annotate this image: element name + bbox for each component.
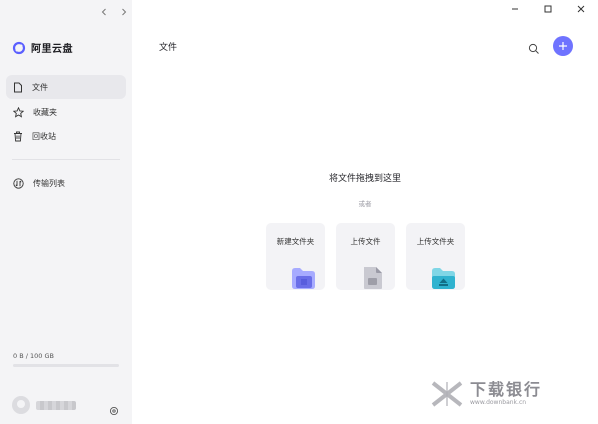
- sidebar-item-label: 收藏夹: [33, 107, 57, 117]
- close-button[interactable]: [575, 3, 587, 15]
- chevron-left-icon: [101, 8, 106, 16]
- app-logo: 阿里云盘: [12, 40, 73, 55]
- storage-usage-bar: [13, 364, 119, 367]
- sidebar-item-label: 传输列表: [33, 178, 65, 188]
- sidebar: 阿里云盘 文件 收藏夹 回收站 传输列表 0 B / 100 GB: [0, 0, 132, 424]
- back-button[interactable]: [98, 6, 110, 18]
- transfer-icon: [13, 177, 24, 189]
- upload-file-icon: [364, 267, 382, 289]
- new-folder-icon: [292, 268, 315, 289]
- storage-usage-text: 0 B / 100 GB: [13, 352, 54, 360]
- username-blurred: [36, 400, 76, 410]
- sidebar-item-favorites[interactable]: 收藏夹: [6, 100, 126, 124]
- card-label: 上传文件: [350, 237, 381, 246]
- trash-icon: [14, 131, 22, 141]
- upload-folder-card[interactable]: 上传文件夹: [406, 223, 465, 290]
- avatar[interactable]: [12, 396, 30, 414]
- watermark-text: 下载银行 www.downbank.cn: [470, 381, 542, 407]
- minimize-button[interactable]: [509, 3, 521, 15]
- upload-folder-icon: [432, 268, 455, 289]
- new-folder-card[interactable]: 新建文件夹: [266, 223, 325, 290]
- aliyun-drive-logo-icon: [12, 41, 26, 54]
- watermark-url: www.downbank.cn: [470, 399, 527, 406]
- add-button[interactable]: [553, 36, 573, 56]
- star-icon: [13, 106, 24, 118]
- page-title: 文件: [159, 43, 178, 53]
- close-icon: [577, 5, 585, 13]
- card-label: 新建文件夹: [276, 237, 315, 246]
- main-panel: 文件 将文件拖拽到这里 或者 新建文件夹 上传文件 上传文件夹 下载银行 www…: [132, 0, 598, 424]
- sidebar-item-label: 文件: [32, 82, 48, 92]
- or-separator: 或者: [358, 200, 372, 208]
- user-profile[interactable]: [12, 396, 76, 414]
- maximize-icon: [544, 5, 552, 13]
- chevron-right-icon: [122, 8, 127, 16]
- minimize-icon: [512, 8, 518, 10]
- watermark-logo-icon: [431, 381, 463, 407]
- card-label: 上传文件夹: [416, 237, 455, 246]
- drop-zone-hint: 将文件拖拽到这里: [328, 174, 401, 184]
- sidebar-item-label: 回收站: [32, 131, 56, 141]
- settings-button[interactable]: [109, 401, 119, 416]
- file-icon: [14, 82, 22, 92]
- sidebar-divider: [12, 159, 120, 160]
- app-name: 阿里云盘: [31, 44, 73, 55]
- upload-file-card[interactable]: 上传文件: [336, 223, 395, 290]
- sidebar-item-files[interactable]: 文件: [6, 75, 126, 99]
- forward-button[interactable]: [118, 6, 130, 18]
- sidebar-item-trash[interactable]: 回收站: [6, 124, 126, 148]
- watermark: 下载银行 www.downbank.cn: [430, 380, 542, 408]
- maximize-button[interactable]: [542, 3, 554, 15]
- gear-icon: [109, 406, 119, 416]
- watermark-title: 下载银行: [470, 380, 543, 399]
- search-icon: [528, 43, 539, 54]
- search-button[interactable]: [528, 40, 540, 54]
- sidebar-item-transfer[interactable]: 传输列表: [6, 171, 126, 195]
- history-nav: [98, 6, 130, 18]
- plus-icon: [559, 42, 567, 50]
